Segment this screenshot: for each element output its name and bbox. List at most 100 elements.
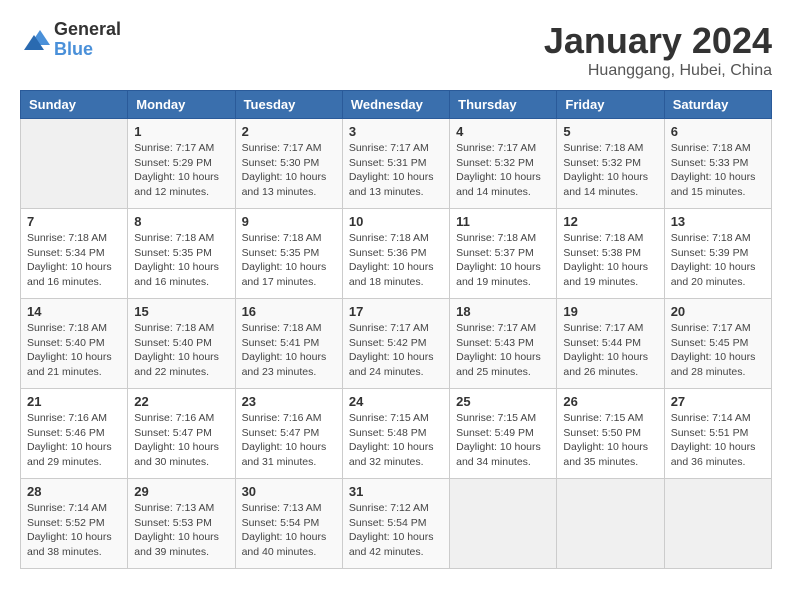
day-number: 13 [671,214,765,229]
day-number: 23 [242,394,336,409]
day-number: 11 [456,214,550,229]
cell-info: Sunrise: 7:18 AM Sunset: 5:37 PM Dayligh… [456,231,550,290]
cell-info: Sunrise: 7:18 AM Sunset: 5:32 PM Dayligh… [563,141,657,200]
cell-info: Sunrise: 7:13 AM Sunset: 5:53 PM Dayligh… [134,501,228,560]
cell-info: Sunrise: 7:18 AM Sunset: 5:41 PM Dayligh… [242,321,336,380]
calendar-table: SundayMondayTuesdayWednesdayThursdayFrid… [20,90,772,569]
header: General Blue January 2024 Huanggang, Hub… [20,20,772,80]
calendar-cell: 8 Sunrise: 7:18 AM Sunset: 5:35 PM Daylig… [128,209,235,299]
calendar-cell [450,479,557,569]
day-number: 30 [242,484,336,499]
calendar-cell: 1 Sunrise: 7:17 AM Sunset: 5:29 PM Daylig… [128,119,235,209]
cell-info: Sunrise: 7:17 AM Sunset: 5:30 PM Dayligh… [242,141,336,200]
calendar-cell: 20 Sunrise: 7:17 AM Sunset: 5:45 PM Dayli… [664,299,771,389]
day-number: 7 [27,214,121,229]
day-number: 9 [242,214,336,229]
day-number: 16 [242,304,336,319]
day-number: 27 [671,394,765,409]
day-number: 6 [671,124,765,139]
weekday-header: Wednesday [342,91,449,119]
calendar-cell: 24 Sunrise: 7:15 AM Sunset: 5:48 PM Dayli… [342,389,449,479]
calendar-cell: 28 Sunrise: 7:14 AM Sunset: 5:52 PM Dayli… [21,479,128,569]
calendar-subtitle: Huanggang, Hubei, China [544,62,772,80]
cell-info: Sunrise: 7:18 AM Sunset: 5:34 PM Dayligh… [27,231,121,290]
cell-info: Sunrise: 7:15 AM Sunset: 5:48 PM Dayligh… [349,411,443,470]
calendar-week-row: 1 Sunrise: 7:17 AM Sunset: 5:29 PM Daylig… [21,119,772,209]
logo-text: General Blue [54,20,121,60]
calendar-cell: 12Sunrise: 7:18 AM Sunset: 5:38 PM Dayli… [557,209,664,299]
cell-info: Sunrise: 7:17 AM Sunset: 5:45 PM Dayligh… [671,321,765,380]
cell-info: Sunrise: 7:16 AM Sunset: 5:46 PM Dayligh… [27,411,121,470]
calendar-cell: 11 Sunrise: 7:18 AM Sunset: 5:37 PM Dayli… [450,209,557,299]
day-number: 29 [134,484,228,499]
day-number: 1 [134,124,228,139]
calendar-cell: 7 Sunrise: 7:18 AM Sunset: 5:34 PM Daylig… [21,209,128,299]
calendar-cell: 5 Sunrise: 7:18 AM Sunset: 5:32 PM Daylig… [557,119,664,209]
cell-info: Sunrise: 7:16 AM Sunset: 5:47 PM Dayligh… [134,411,228,470]
calendar-body: 1 Sunrise: 7:17 AM Sunset: 5:29 PM Daylig… [21,119,772,569]
calendar-cell [21,119,128,209]
calendar-week-row: 7 Sunrise: 7:18 AM Sunset: 5:34 PM Daylig… [21,209,772,299]
cell-info: Sunrise: 7:15 AM Sunset: 5:50 PM Dayligh… [563,411,657,470]
cell-info: Sunrise: 7:18 AM Sunset: 5:35 PM Dayligh… [134,231,228,290]
title-area: January 2024 Huanggang, Hubei, China [544,20,772,80]
calendar-cell: 3Sunrise: 7:17 AM Sunset: 5:31 PM Daylig… [342,119,449,209]
calendar-cell: 30 Sunrise: 7:13 AM Sunset: 5:54 PM Dayli… [235,479,342,569]
cell-info: Sunrise: 7:18 AM Sunset: 5:33 PM Dayligh… [671,141,765,200]
cell-info: Sunrise: 7:18 AM Sunset: 5:38 PM Dayligh… [563,231,657,290]
day-number: 2 [242,124,336,139]
day-number: 3 [349,124,443,139]
calendar-cell: 13Sunrise: 7:18 AM Sunset: 5:39 PM Dayli… [664,209,771,299]
calendar-cell: 4Sunrise: 7:17 AM Sunset: 5:32 PM Daylig… [450,119,557,209]
logo-icon [20,25,50,55]
calendar-cell: 15Sunrise: 7:18 AM Sunset: 5:40 PM Dayli… [128,299,235,389]
calendar-cell: 31Sunrise: 7:12 AM Sunset: 5:54 PM Dayli… [342,479,449,569]
logo-general: General [54,20,121,40]
calendar-cell: 17 Sunrise: 7:17 AM Sunset: 5:42 PM Dayli… [342,299,449,389]
calendar-cell: 26Sunrise: 7:15 AM Sunset: 5:50 PM Dayli… [557,389,664,479]
calendar-cell: 9 Sunrise: 7:18 AM Sunset: 5:35 PM Daylig… [235,209,342,299]
calendar-cell: 22 Sunrise: 7:16 AM Sunset: 5:47 PM Dayli… [128,389,235,479]
day-number: 8 [134,214,228,229]
cell-info: Sunrise: 7:17 AM Sunset: 5:29 PM Dayligh… [134,141,228,200]
day-number: 20 [671,304,765,319]
calendar-cell: 27Sunrise: 7:14 AM Sunset: 5:51 PM Dayli… [664,389,771,479]
weekday-header: Saturday [664,91,771,119]
day-number: 21 [27,394,121,409]
weekday-header: Friday [557,91,664,119]
day-number: 5 [563,124,657,139]
calendar-header: SundayMondayTuesdayWednesdayThursdayFrid… [21,91,772,119]
cell-info: Sunrise: 7:16 AM Sunset: 5:47 PM Dayligh… [242,411,336,470]
cell-info: Sunrise: 7:15 AM Sunset: 5:49 PM Dayligh… [456,411,550,470]
cell-info: Sunrise: 7:17 AM Sunset: 5:43 PM Dayligh… [456,321,550,380]
cell-info: Sunrise: 7:13 AM Sunset: 5:54 PM Dayligh… [242,501,336,560]
day-number: 31 [349,484,443,499]
calendar-cell: 10Sunrise: 7:18 AM Sunset: 5:36 PM Dayli… [342,209,449,299]
calendar-cell: 2 Sunrise: 7:17 AM Sunset: 5:30 PM Daylig… [235,119,342,209]
day-number: 24 [349,394,443,409]
cell-info: Sunrise: 7:18 AM Sunset: 5:35 PM Dayligh… [242,231,336,290]
weekday-row: SundayMondayTuesdayWednesdayThursdayFrid… [21,91,772,119]
day-number: 18 [456,304,550,319]
calendar-cell: 25Sunrise: 7:15 AM Sunset: 5:49 PM Dayli… [450,389,557,479]
calendar-week-row: 28 Sunrise: 7:14 AM Sunset: 5:52 PM Dayli… [21,479,772,569]
day-number: 19 [563,304,657,319]
calendar-cell: 29 Sunrise: 7:13 AM Sunset: 5:53 PM Dayli… [128,479,235,569]
calendar-week-row: 14Sunrise: 7:18 AM Sunset: 5:40 PM Dayli… [21,299,772,389]
day-number: 17 [349,304,443,319]
calendar-cell: 23 Sunrise: 7:16 AM Sunset: 5:47 PM Dayli… [235,389,342,479]
day-number: 22 [134,394,228,409]
calendar-cell: 18 Sunrise: 7:17 AM Sunset: 5:43 PM Dayli… [450,299,557,389]
cell-info: Sunrise: 7:18 AM Sunset: 5:40 PM Dayligh… [134,321,228,380]
cell-info: Sunrise: 7:17 AM Sunset: 5:44 PM Dayligh… [563,321,657,380]
day-number: 4 [456,124,550,139]
cell-info: Sunrise: 7:18 AM Sunset: 5:36 PM Dayligh… [349,231,443,290]
calendar-title: January 2024 [544,20,772,62]
weekday-header: Monday [128,91,235,119]
calendar-cell [557,479,664,569]
day-number: 28 [27,484,121,499]
cell-info: Sunrise: 7:14 AM Sunset: 5:52 PM Dayligh… [27,501,121,560]
cell-info: Sunrise: 7:18 AM Sunset: 5:40 PM Dayligh… [27,321,121,380]
cell-info: Sunrise: 7:17 AM Sunset: 5:42 PM Dayligh… [349,321,443,380]
calendar-cell: 16 Sunrise: 7:18 AM Sunset: 5:41 PM Dayli… [235,299,342,389]
